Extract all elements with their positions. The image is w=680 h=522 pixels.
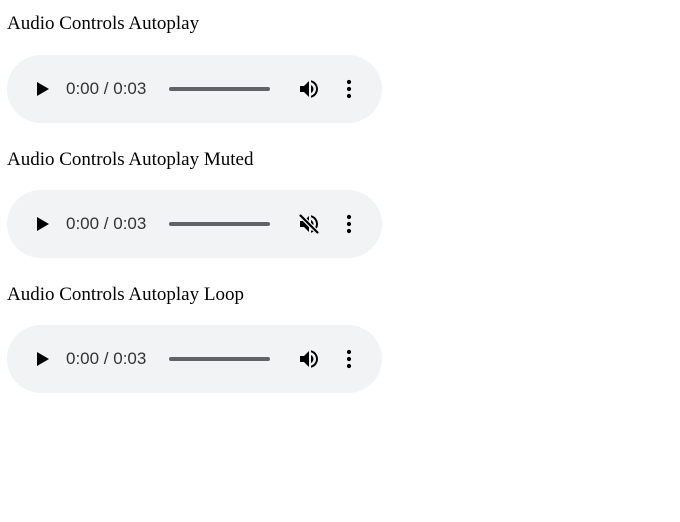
- section-title-autoplay-loop: Audio Controls Autoplay Loop: [7, 284, 244, 305]
- play-button[interactable]: [32, 214, 52, 234]
- section-title-autoplay-muted: Audio Controls Autoplay Muted: [7, 149, 254, 170]
- time-display: 0:00 / 0:03: [66, 214, 147, 233]
- mute-button[interactable]: [297, 347, 321, 371]
- audio-player-autoplay-loop[interactable]: 0:00 / 0:03: [7, 325, 382, 393]
- audio-player-autoplay-muted[interactable]: 0:00 / 0:03: [7, 190, 382, 258]
- play-button[interactable]: [32, 349, 52, 369]
- play-icon: [37, 352, 49, 366]
- volume-up-icon: [300, 80, 318, 98]
- seek-slider[interactable]: [169, 87, 270, 91]
- audio-player-autoplay[interactable]: 0:00 / 0:03: [7, 55, 382, 123]
- mute-button[interactable]: [297, 77, 321, 101]
- seek-slider[interactable]: [169, 222, 270, 226]
- unmute-button[interactable]: [297, 212, 321, 236]
- more-options-button[interactable]: [337, 347, 361, 371]
- seek-slider[interactable]: [169, 357, 270, 361]
- time-display: 0:00 / 0:03: [66, 349, 147, 368]
- more-vert-icon: [346, 349, 352, 369]
- more-options-button[interactable]: [337, 77, 361, 101]
- play-icon: [37, 82, 49, 96]
- volume-up-icon: [300, 350, 318, 368]
- section-title-autoplay: Audio Controls Autoplay: [7, 13, 200, 34]
- more-vert-icon: [346, 214, 352, 234]
- play-button[interactable]: [32, 79, 52, 99]
- play-icon: [37, 217, 49, 231]
- volume-off-icon: [298, 213, 320, 235]
- more-vert-icon: [346, 79, 352, 99]
- more-options-button[interactable]: [337, 212, 361, 236]
- time-display: 0:00 / 0:03: [66, 79, 147, 98]
